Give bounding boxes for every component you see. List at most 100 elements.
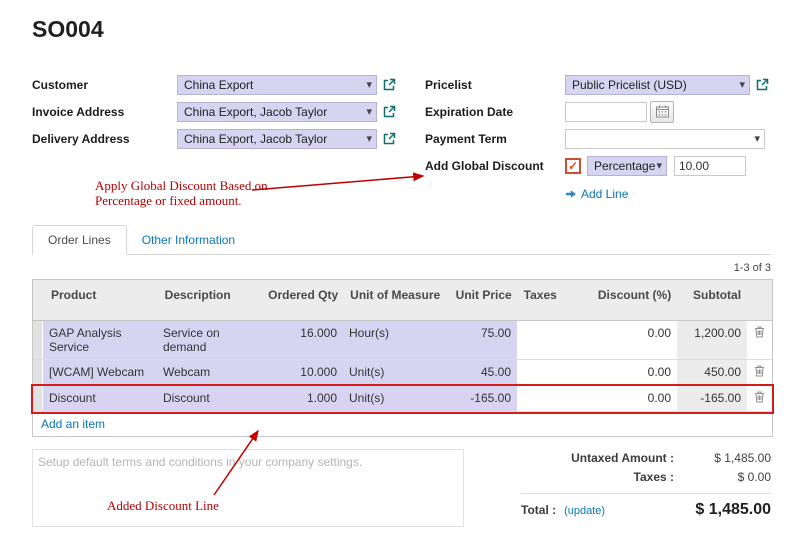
calendar-icon[interactable] (650, 101, 674, 123)
invoice-address-value: China Export, Jacob Taylor (184, 105, 327, 119)
customer-select[interactable]: China Export ▾ (177, 75, 377, 95)
totals-divider (521, 493, 771, 494)
cell-subtotal: -165.00 (677, 386, 747, 411)
cell-product[interactable]: Discount (43, 386, 157, 411)
column-header-actions (747, 280, 772, 320)
column-header-taxes: Taxes (518, 280, 574, 320)
column-header-product: Product (45, 280, 159, 320)
cell-ordered-qty[interactable]: 1.000 (257, 386, 343, 411)
open-record-icon[interactable] (382, 132, 396, 146)
delete-row-button[interactable] (747, 386, 772, 411)
cell-unit-of-measure[interactable]: Unit(s) (343, 360, 445, 385)
terms-textarea[interactable] (32, 449, 464, 527)
untaxed-amount-label: Untaxed Amount : (521, 451, 686, 465)
open-record-icon[interactable] (382, 78, 396, 92)
add-line-link[interactable]: Add Line (565, 187, 771, 201)
invoice-address-select[interactable]: China Export, Jacob Taylor ▾ (177, 102, 377, 122)
taxes-label: Taxes : (521, 470, 686, 484)
arrow-right-icon (565, 189, 577, 199)
annotation-global-discount: Apply Global Discount Based on Percentag… (95, 178, 290, 208)
invoice-address-label: Invoice Address (32, 105, 177, 119)
pricelist-select[interactable]: Public Pricelist (USD) ▾ (565, 75, 750, 95)
row-handle[interactable] (33, 360, 43, 385)
cell-subtotal: 1,200.00 (677, 321, 747, 359)
cell-ordered-qty[interactable]: 10.000 (257, 360, 343, 385)
cell-unit-price[interactable]: 75.00 (445, 321, 517, 359)
expiration-date-label: Expiration Date (425, 105, 565, 119)
pager-label: 1-3 of 3 (32, 262, 771, 274)
column-header-subtotal: Subtotal (677, 280, 747, 320)
delivery-address-value: China Export, Jacob Taylor (184, 132, 327, 146)
open-record-icon[interactable] (382, 105, 396, 119)
column-header-ordered-qty: Ordered Qty (258, 280, 344, 320)
cell-discount[interactable]: 0.00 (573, 321, 677, 359)
column-header-handle (33, 280, 45, 320)
cell-product[interactable]: GAP Analysis Service (43, 321, 157, 359)
chevron-down-icon: ▾ (754, 132, 760, 145)
row-handle[interactable] (33, 386, 43, 411)
cell-description[interactable]: Webcam (157, 360, 257, 385)
cell-discount[interactable]: 0.00 (573, 386, 677, 411)
add-line-label: Add Line (581, 187, 628, 201)
table-header-row: Product Description Ordered Qty Unit of … (33, 280, 772, 321)
global-discount-checkbox[interactable]: ✓ (565, 158, 581, 174)
chevron-down-icon: ▾ (366, 78, 372, 91)
column-header-description: Description (159, 280, 259, 320)
cell-description[interactable]: Service on demand (157, 321, 257, 359)
cell-taxes[interactable] (517, 360, 573, 385)
column-header-discount: Discount (%) (574, 280, 678, 320)
footer-section: Untaxed Amount : $ 1,485.00 Taxes : $ 0.… (32, 449, 771, 527)
trash-icon (754, 365, 765, 377)
cell-product[interactable]: [WCAM] Webcam (43, 360, 157, 385)
cell-unit-price[interactable]: -165.00 (445, 386, 517, 411)
row-handle[interactable] (33, 321, 43, 359)
chevron-down-icon: ▾ (739, 78, 745, 91)
delete-row-button[interactable] (747, 321, 772, 359)
chevron-down-icon: ▾ (656, 159, 662, 172)
discount-type-select[interactable]: Percentage ▾ (587, 156, 667, 176)
check-icon: ✓ (568, 160, 578, 172)
open-record-icon[interactable] (755, 78, 769, 92)
table-row-discount: Discount Discount 1.000 Unit(s) -165.00 … (33, 386, 772, 412)
pricelist-label: Pricelist (425, 78, 565, 92)
cell-unit-price[interactable]: 45.00 (445, 360, 517, 385)
payment-term-label: Payment Term (425, 132, 565, 146)
column-header-unit-of-measure: Unit of Measure (344, 280, 446, 320)
cell-ordered-qty[interactable]: 16.000 (257, 321, 343, 359)
table-row: [WCAM] Webcam Webcam 10.000 Unit(s) 45.0… (33, 360, 772, 386)
cell-taxes[interactable] (517, 386, 573, 411)
expiration-date-input[interactable] (565, 102, 647, 122)
delete-row-button[interactable] (747, 360, 772, 385)
total-label: Total : (521, 503, 556, 517)
cell-taxes[interactable] (517, 321, 573, 359)
cell-unit-of-measure[interactable]: Unit(s) (343, 386, 445, 411)
cell-discount[interactable]: 0.00 (573, 360, 677, 385)
delivery-address-select[interactable]: China Export, Jacob Taylor ▾ (177, 129, 377, 149)
chevron-down-icon: ▾ (366, 132, 372, 145)
chevron-down-icon: ▾ (366, 105, 372, 118)
trash-icon (754, 326, 765, 338)
cell-unit-of-measure[interactable]: Hour(s) (343, 321, 445, 359)
table-row: GAP Analysis Service Service on demand 1… (33, 321, 772, 360)
update-total-link[interactable]: (update) (564, 505, 605, 517)
customer-value: China Export (184, 78, 253, 92)
page-title: SO004 (32, 0, 771, 43)
customer-label: Customer (32, 78, 177, 92)
discount-type-value: Percentage (594, 159, 655, 173)
annotation-discount-line: Added Discount Line (107, 498, 219, 513)
taxes-value: $ 0.00 (686, 470, 771, 484)
cell-description[interactable]: Discount (157, 386, 257, 411)
totals-block: Untaxed Amount : $ 1,485.00 Taxes : $ 0.… (521, 449, 771, 527)
sale-order-form: SO004 Customer China Export ▾ Invoice Ad… (0, 0, 803, 545)
untaxed-amount-value: $ 1,485.00 (686, 451, 771, 465)
tab-order-lines[interactable]: Order Lines (32, 225, 127, 255)
add-global-discount-label: Add Global Discount (425, 159, 565, 173)
discount-value-input[interactable] (674, 156, 746, 176)
payment-term-select[interactable]: ▾ (565, 129, 765, 149)
trash-icon (754, 391, 765, 403)
delivery-address-label: Delivery Address (32, 132, 177, 146)
cell-subtotal: 450.00 (677, 360, 747, 385)
tab-other-information[interactable]: Other Information (127, 226, 250, 254)
total-value: $ 1,485.00 (695, 501, 771, 519)
add-item-link[interactable]: Add an item (33, 412, 772, 436)
